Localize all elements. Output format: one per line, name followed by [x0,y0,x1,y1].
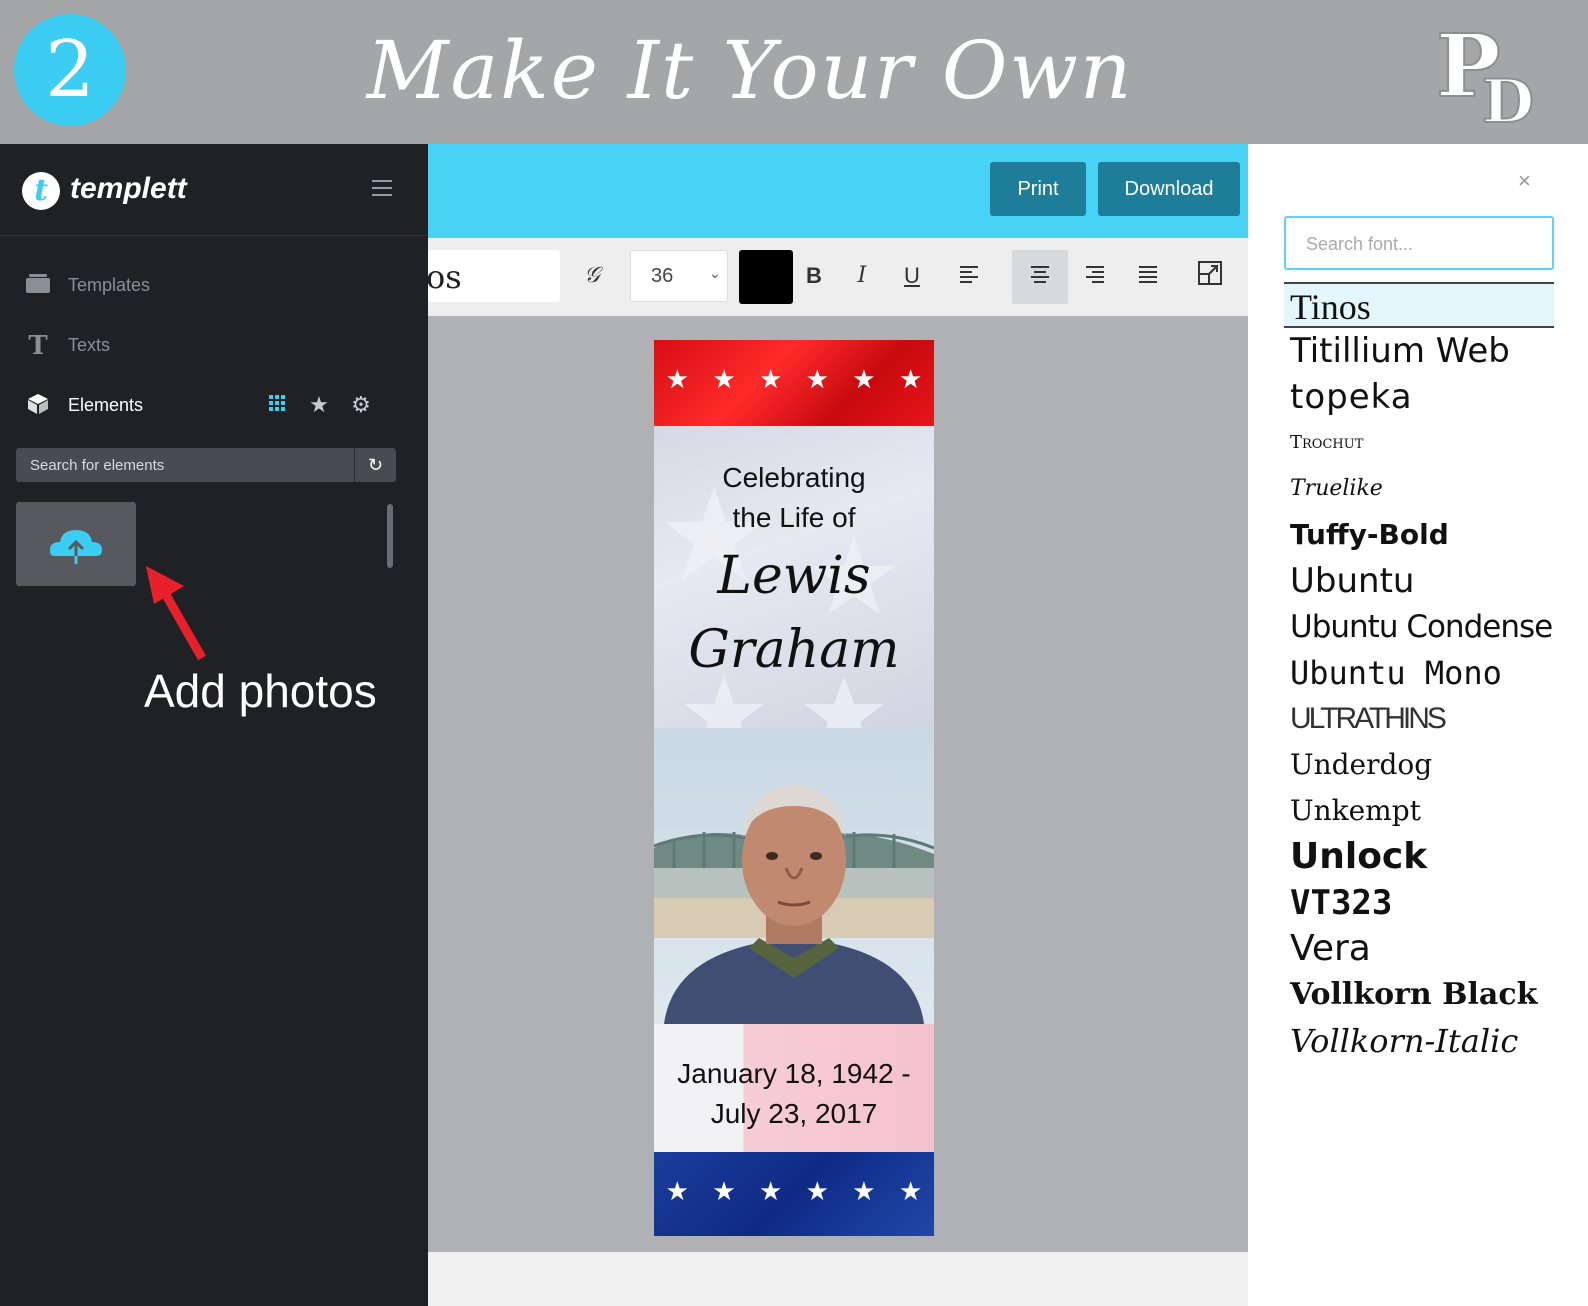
align-left-icon[interactable] [954,260,986,292]
text-color-swatch[interactable] [739,250,793,304]
sidebar-item-label: Elements [68,395,144,415]
text-icon: T [28,331,48,361]
folder-icon [24,272,52,300]
font-family-value: os [428,258,462,296]
last-name-text[interactable]: Graham [654,620,934,680]
star-icon: ★ [898,364,923,394]
banner: 2 Make It Your Own P D [0,0,1588,144]
step-badge: 2 [14,14,126,126]
font-search-placeholder: Search font... [1306,234,1414,254]
banner-title: Make It Your Own [366,24,1134,117]
text-toolbar: os 𝒢 36 ⌄ B I U [428,238,1248,316]
celebrating-line2: the Life of [732,502,856,533]
star-icon: ★ [712,1176,736,1206]
svg-text:D: D [1482,67,1534,128]
star-icon: ★ [852,1176,876,1206]
font-option-ultrathins[interactable]: ULTRATHINS [1284,696,1554,742]
font-family-select[interactable]: os [428,250,560,302]
date-start: January 18, 1942 - [677,1058,911,1089]
font-size-value: 36 [651,265,674,287]
font-option-truelike[interactable]: Truelike [1284,466,1554,512]
font-option-trochut[interactable]: Trochut [1284,420,1554,466]
star-icon: ★ [758,364,783,394]
font-option-unkempt[interactable]: Unkempt [1284,788,1554,834]
brand-logo-icon: P D [1435,18,1535,128]
refresh-icon[interactable]: ↻ [354,448,396,482]
gear-icon[interactable]: ⚙ [348,392,374,418]
red-arrow-icon [146,566,206,661]
align-justify-icon[interactable] [1132,260,1164,292]
font-option-ubuntu-mono[interactable]: Ubuntu Mono [1284,650,1554,696]
sidebar-item-label: Templates [68,275,151,295]
star-icon: ★ [665,1176,689,1206]
sidebar-item-templates[interactable]: Templates [0,258,428,314]
font-option-tuffy-bold[interactable]: Tuffy-Bold [1284,512,1554,558]
download-button[interactable]: Download [1098,162,1240,216]
portrait-photo[interactable] [654,728,934,1024]
add-photos-annotation: Add photos [144,665,377,717]
star-icon: ★ [712,364,736,394]
grid-icon[interactable] [264,392,290,418]
font-option-titillium-web[interactable]: Titillium Web [1284,328,1554,374]
close-icon[interactable]: × [1518,168,1531,194]
align-center-icon[interactable] [1024,260,1056,292]
font-list: Tinos Titillium Web topeka Trochut Truel… [1284,282,1554,1064]
font-option-vera[interactable]: Vera [1284,926,1554,972]
bookmark-design[interactable]: ★ ★ ★ ★ ★ ★ Celebrating the Life of Lewi… [654,340,934,1236]
star-icon: ★ [758,1176,783,1206]
font-option-vollkorn-italic[interactable]: Vollkorn-Italic [1284,1018,1554,1064]
font-option-tinos[interactable]: Tinos [1284,282,1554,328]
chevron-down-icon: ⌄ [709,265,721,281]
font-option-topeka[interactable]: topeka [1284,374,1554,420]
bottom-stars: ★ ★ ★ ★ ★ ★ [654,1176,934,1207]
hamburger-menu-icon[interactable] [372,180,392,200]
sidebar-item-texts[interactable]: T Texts [0,318,428,374]
cube-icon [24,392,52,420]
font-panel: × Search font... Tinos Titillium Web top… [1248,144,1588,1306]
star-icon: ★ [805,1176,829,1206]
celebrating-text[interactable]: Celebrating the Life of [654,458,934,538]
dates-text[interactable]: January 18, 1942 - July 23, 2017 [654,1054,934,1134]
search-elements-input[interactable]: Search for elements ↻ [16,448,396,482]
celebrating-line1: Celebrating [722,462,866,493]
templett-logo-text: templett [70,172,187,205]
font-option-unlock[interactable]: Unlock [1284,834,1554,880]
canvas-footer [428,1252,1248,1306]
print-button[interactable]: Print [990,162,1086,216]
align-right-icon[interactable] [1078,260,1110,292]
top-stars: ★ ★ ★ ★ ★ ★ [654,364,934,395]
star-icon: ★ [805,364,829,394]
font-option-underdog[interactable]: Underdog [1284,742,1554,788]
star-icon[interactable]: ★ [306,392,332,418]
upload-photo-button[interactable] [16,502,136,586]
sidebar-header: t templett [0,144,428,236]
sidebar-item-label: Texts [68,335,111,355]
date-end: July 23, 2017 [710,1098,878,1129]
star-icon: ★ [852,364,876,394]
editor-topbar: Print Download [428,144,1248,238]
sidebar-item-elements[interactable]: Elements ★ ⚙ [0,378,428,434]
first-name-text[interactable]: Lewis [654,546,934,606]
sidebar: t templett Templates T Texts Elements ★ … [0,144,428,1306]
page-root: 2 Make It Your Own P D t templett Templa… [0,0,1588,1306]
templett-logo-icon: t [22,172,60,210]
resize-icon[interactable] [1194,260,1226,292]
font-style-icon[interactable]: 𝒢 [576,260,608,292]
font-option-vt323[interactable]: VT323 [1284,880,1554,926]
font-option-ubuntu[interactable]: Ubuntu [1284,558,1554,604]
font-size-select[interactable]: 36 ⌄ [630,250,728,302]
star-icon: ★ [898,1176,923,1206]
sidebar-scrollbar[interactable] [387,504,393,568]
bold-icon[interactable]: B [798,260,830,292]
italic-icon[interactable]: I [846,260,878,292]
font-search-input[interactable]: Search font... [1284,216,1554,270]
cloud-upload-icon [50,530,102,564]
underline-icon[interactable]: U [896,260,928,292]
font-option-vollkorn-black[interactable]: Vollkorn Black [1284,972,1554,1018]
font-option-ubuntu-condensed[interactable]: Ubuntu Condensed [1284,604,1554,650]
star-icon: ★ [665,364,689,394]
search-elements-placeholder: Search for elements [30,457,165,474]
